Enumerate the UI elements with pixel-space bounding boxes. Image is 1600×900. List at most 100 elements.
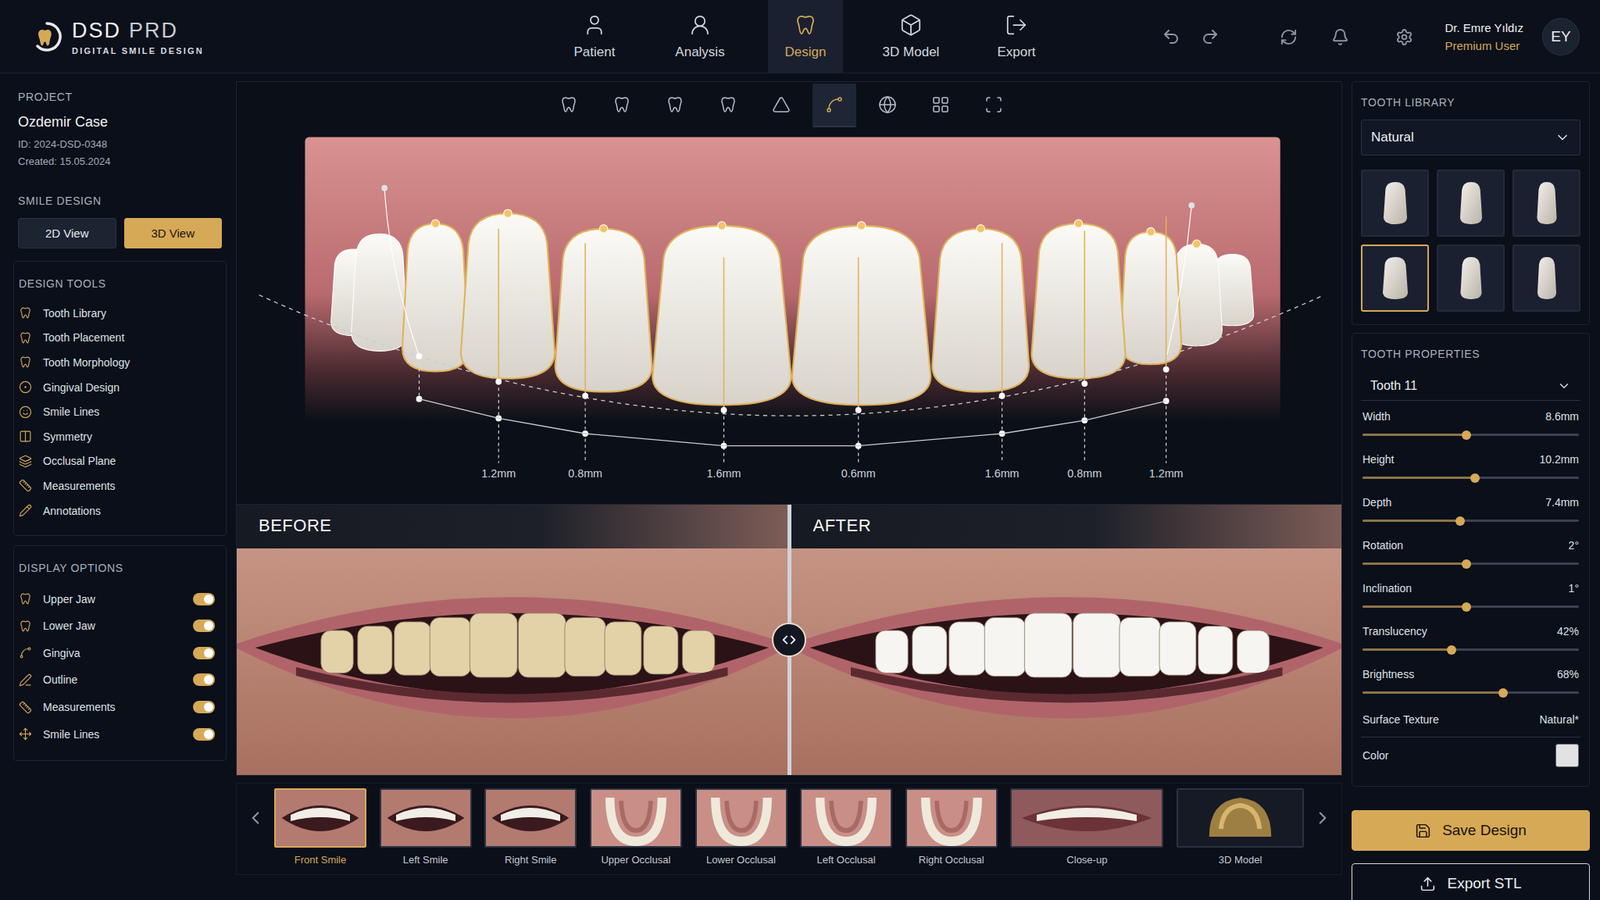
next-button[interactable] [1311, 788, 1334, 848]
zenith-point[interactable] [1146, 228, 1155, 236]
user-avatar[interactable]: EY [1542, 17, 1580, 56]
tooth-shape[interactable] [402, 223, 469, 372]
zenith-point[interactable] [431, 219, 440, 228]
design-canvas[interactable]: 1.2mm0.8mm1.6mm0.6mm1.6mm0.8mm1.2mm [236, 128, 1342, 504]
nav-item[interactable]: Design [767, 0, 843, 74]
tooth-select[interactable]: Tooth 11 [1360, 371, 1581, 401]
slider-knob[interactable] [1498, 688, 1508, 698]
slider-knob[interactable] [1470, 473, 1480, 483]
zenith-point[interactable] [1192, 239, 1201, 248]
user-info[interactable]: Dr. Emre YıldızPremium User [1444, 21, 1524, 53]
toggle-switch[interactable] [192, 592, 215, 606]
slider-knob[interactable] [1446, 645, 1457, 655]
tooth-shape[interactable] [792, 225, 931, 406]
slider-track[interactable] [1362, 519, 1579, 522]
canvas-tool-button[interactable] [971, 83, 1016, 128]
zenith-point[interactable] [976, 225, 985, 233]
tooth-shape[interactable] [351, 233, 408, 351]
tool-item[interactable]: Measurements [18, 473, 222, 499]
toggle-switch[interactable] [192, 700, 215, 714]
thumbnail[interactable]: Upper Occlusal [589, 788, 683, 866]
settings-button[interactable] [1388, 21, 1420, 53]
library-item[interactable] [1512, 169, 1581, 237]
sync-button[interactable] [1272, 21, 1304, 53]
thumbnail[interactable]: Right Smile [484, 788, 577, 866]
canvas-tool-button[interactable] [706, 83, 750, 128]
library-item[interactable] [1436, 244, 1505, 312]
thumbnail[interactable]: Close-up [1010, 788, 1164, 866]
toggle-switch[interactable] [192, 646, 215, 660]
canvas-tool-button[interactable] [653, 83, 697, 128]
tool-item[interactable]: Tooth Morphology [18, 350, 222, 375]
smile-curve[interactable] [419, 399, 1167, 447]
canvas-tool-button[interactable] [918, 83, 963, 128]
library-item[interactable] [1360, 169, 1429, 237]
tooth-shape[interactable] [460, 213, 555, 379]
notifications-button[interactable] [1324, 21, 1356, 53]
canvas-tool-button[interactable] [546, 83, 591, 128]
compare-handle[interactable] [771, 622, 807, 658]
slider-knob[interactable] [1461, 559, 1472, 569]
save-button[interactable]: Save Design [1351, 810, 1590, 851]
nav-item[interactable]: Export [978, 0, 1054, 74]
slider-knob[interactable] [1461, 602, 1472, 612]
nav-item[interactable]: Analysis [662, 0, 738, 74]
tooth-shape[interactable] [555, 228, 653, 393]
tool-item[interactable]: Smile Lines [18, 399, 222, 425]
slider-track[interactable] [1362, 691, 1579, 694]
slider-track[interactable] [1362, 648, 1579, 651]
guide-dot[interactable] [1188, 202, 1195, 209]
slider-track[interactable] [1362, 562, 1579, 565]
export-button[interactable]: Export STL [1351, 863, 1590, 900]
zenith-point[interactable] [599, 225, 608, 233]
thumbnail[interactable]: 3D Model [1176, 788, 1304, 866]
tool-item[interactable]: Tooth Library [18, 300, 222, 326]
redo-button[interactable] [1194, 21, 1226, 53]
logo[interactable]: DSDPRDDIGITAL SMILE DESIGN [31, 18, 558, 56]
tool-item[interactable]: Tooth Placement [18, 325, 222, 351]
view-button[interactable]: 2D View [17, 217, 117, 249]
thumbnail[interactable]: Left Occlusal [800, 788, 893, 866]
tooth-shape-icon [1379, 178, 1411, 228]
zenith-point[interactable] [857, 221, 865, 230]
slider-track[interactable] [1362, 433, 1579, 436]
library-item[interactable] [1360, 244, 1429, 312]
tool-item[interactable]: Symmetry [18, 424, 222, 450]
slider-knob[interactable] [1455, 516, 1465, 526]
toggle-switch[interactable] [192, 673, 215, 686]
canvas-tool-button[interactable] [759, 83, 804, 128]
view-button[interactable]: 3D View [124, 217, 223, 249]
slider-knob[interactable] [1461, 430, 1472, 440]
zenith-point[interactable] [717, 221, 726, 230]
guide-dot[interactable] [381, 185, 388, 192]
tool-item[interactable]: Gingival Design [18, 375, 222, 400]
undo-button[interactable] [1155, 21, 1187, 53]
toggle-switch[interactable] [192, 728, 215, 741]
texture-row[interactable]: Surface TextureNatural* [1360, 701, 1581, 738]
tool-item[interactable]: Occlusal Plane [18, 449, 222, 475]
color-swatch[interactable] [1555, 743, 1579, 768]
canvas-tool-button[interactable] [865, 83, 910, 128]
tool-item[interactable]: Annotations [18, 498, 222, 524]
library-item[interactable] [1512, 244, 1581, 312]
tooth-shape[interactable] [1031, 223, 1125, 379]
tooth-shape[interactable] [932, 228, 1029, 393]
zenith-point[interactable] [503, 209, 512, 218]
library-select[interactable]: Natural [1360, 119, 1581, 156]
library-item[interactable] [1436, 169, 1505, 237]
thumbnail[interactable]: Lower Occlusal [695, 788, 788, 866]
nav-item[interactable]: 3D Model [873, 0, 949, 74]
slider-track[interactable] [1362, 476, 1579, 479]
toggle-switch[interactable] [192, 619, 215, 633]
canvas-tool-button[interactable] [600, 83, 644, 128]
thumbnail[interactable]: Front Smile [274, 788, 367, 866]
tooth-shape[interactable] [652, 225, 791, 406]
thumbnail[interactable]: Right Occlusal [905, 788, 998, 866]
tooth-shape[interactable] [1120, 232, 1182, 365]
zenith-point[interactable] [1074, 219, 1083, 228]
nav-item[interactable]: Patient [557, 0, 633, 74]
prev-button[interactable] [244, 788, 267, 848]
thumbnail[interactable]: Left Smile [379, 788, 472, 866]
canvas-tool-button[interactable] [812, 83, 857, 128]
slider-track[interactable] [1362, 605, 1579, 608]
